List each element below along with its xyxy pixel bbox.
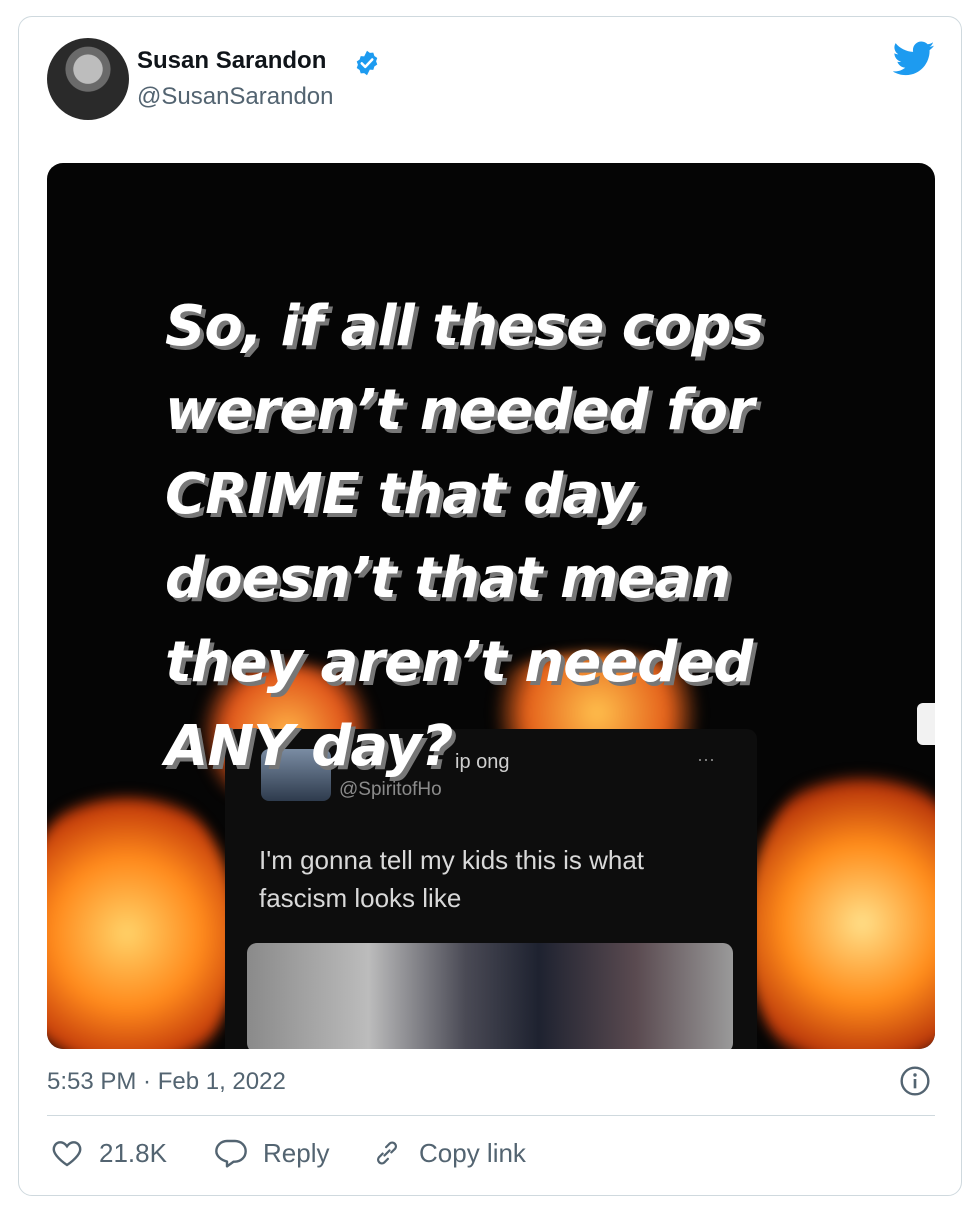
twitter-bird-icon[interactable] <box>893 41 935 77</box>
quote-line: So, if all these cops <box>165 294 764 359</box>
quote-line: doesn’t that mean <box>165 546 731 611</box>
heart-icon <box>52 1141 82 1167</box>
inner-tweet-text: I'm gonna tell my kids this is what fasc… <box>259 845 644 913</box>
link-icon <box>377 1141 397 1165</box>
avatar[interactable] <box>47 38 129 120</box>
inner-photo <box>247 943 733 1049</box>
reply-label: Reply <box>263 1137 330 1168</box>
copy-link-label: Copy link <box>419 1137 526 1168</box>
quote-line: weren’t needed for <box>165 378 755 443</box>
timestamp[interactable]: 5:53 PM · Feb 1, 2022 <box>47 1068 286 1096</box>
info-icon[interactable] <box>899 1065 931 1097</box>
like-count: 21.8K <box>99 1137 167 1168</box>
author-name[interactable]: Susan Sarandon <box>137 47 326 75</box>
embedded-tweet-card: Susan Sarandon @SusanSarandon So, if all… <box>18 16 962 1196</box>
reply-icon <box>215 1139 247 1168</box>
quote-text: So, if all these cops weren’t needed for… <box>165 285 845 789</box>
reply-button[interactable]: Reply <box>215 1133 329 1173</box>
quote-line: CRIME that day, <box>165 462 650 527</box>
quote-line: they aren’t needed <box>165 630 753 695</box>
like-button[interactable]: 21.8K <box>51 1133 167 1173</box>
scroll-handle <box>917 703 935 745</box>
tweet-media-image[interactable]: So, if all these cops weren’t needed for… <box>47 163 935 1049</box>
verified-badge-icon <box>356 50 378 76</box>
fire-flame <box>747 763 935 1049</box>
fire-flame <box>47 783 237 1049</box>
copy-link-button[interactable]: Copy link <box>371 1133 526 1173</box>
author-handle[interactable]: @SusanSarandon <box>137 83 334 111</box>
divider <box>47 1115 935 1116</box>
quote-line: ANY day? <box>165 714 453 779</box>
